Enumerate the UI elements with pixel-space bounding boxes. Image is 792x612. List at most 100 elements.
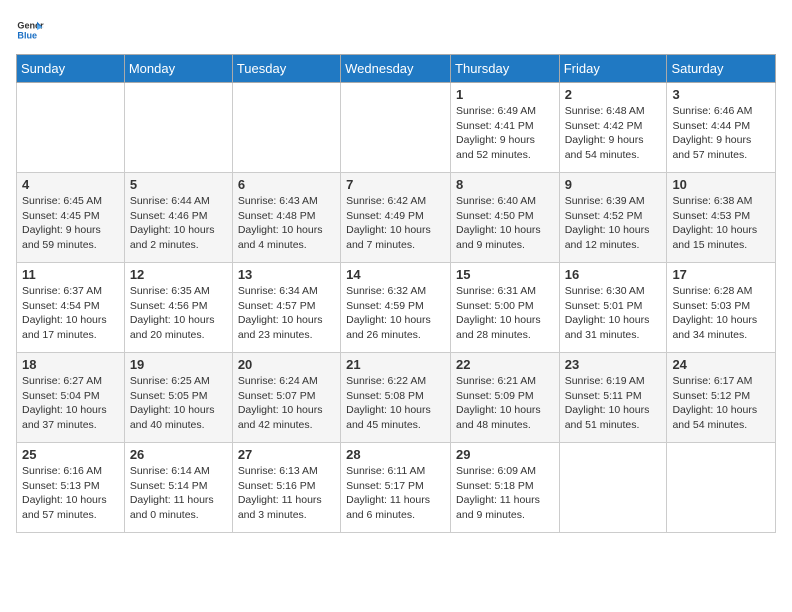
header-sunday: Sunday xyxy=(17,55,125,83)
day-info: Sunrise: 6:39 AM Sunset: 4:52 PM Dayligh… xyxy=(565,194,662,253)
header-monday: Monday xyxy=(124,55,232,83)
logo: General Blue xyxy=(16,16,48,44)
day-number: 1 xyxy=(456,87,554,102)
day-cell: 9 Sunrise: 6:39 AM Sunset: 4:52 PM Daylig… xyxy=(559,173,667,263)
day-cell xyxy=(232,83,340,173)
day-number: 24 xyxy=(672,357,770,372)
day-cell: 14 Sunrise: 6:32 AM Sunset: 4:59 PM Dayli… xyxy=(341,263,451,353)
day-cell: 11 Sunrise: 6:37 AM Sunset: 4:54 PM Dayli… xyxy=(17,263,125,353)
day-info: Sunrise: 6:43 AM Sunset: 4:48 PM Dayligh… xyxy=(238,194,335,253)
day-number: 11 xyxy=(22,267,119,282)
day-number: 22 xyxy=(456,357,554,372)
day-cell: 6 Sunrise: 6:43 AM Sunset: 4:48 PM Daylig… xyxy=(232,173,340,263)
week-row-4: 18Sunrise: 6:27 AM Sunset: 5:04 PM Dayli… xyxy=(17,353,776,443)
calendar-header-row: SundayMondayTuesdayWednesdayThursdayFrid… xyxy=(17,55,776,83)
day-cell: 23 Sunrise: 6:19 AM Sunset: 5:11 PM Dayli… xyxy=(559,353,667,443)
header-thursday: Thursday xyxy=(451,55,560,83)
day-number: 12 xyxy=(130,267,227,282)
day-cell: 10 Sunrise: 6:38 AM Sunset: 4:53 PM Dayli… xyxy=(667,173,776,263)
day-number: 16 xyxy=(565,267,662,282)
day-number: 21 xyxy=(346,357,445,372)
day-number: 9 xyxy=(565,177,662,192)
day-cell: 26 Sunrise: 6:14 AM Sunset: 5:14 PM Dayli… xyxy=(124,443,232,533)
day-number: 7 xyxy=(346,177,445,192)
day-number: 4 xyxy=(22,177,119,192)
week-row-1: 1Sunrise: 6:49 AM Sunset: 4:41 PM Daylig… xyxy=(17,83,776,173)
day-number: 25 xyxy=(22,447,119,462)
day-number: 23 xyxy=(565,357,662,372)
day-cell: 25Sunrise: 6:16 AM Sunset: 5:13 PM Dayli… xyxy=(17,443,125,533)
day-number: 6 xyxy=(238,177,335,192)
day-info: Sunrise: 6:34 AM Sunset: 4:57 PM Dayligh… xyxy=(238,284,335,343)
day-info: Sunrise: 6:45 AM Sunset: 4:45 PM Dayligh… xyxy=(22,194,119,253)
day-info: Sunrise: 6:40 AM Sunset: 4:50 PM Dayligh… xyxy=(456,194,554,253)
day-cell xyxy=(667,443,776,533)
day-cell xyxy=(124,83,232,173)
day-info: Sunrise: 6:14 AM Sunset: 5:14 PM Dayligh… xyxy=(130,464,227,523)
day-number: 20 xyxy=(238,357,335,372)
calendar-table: SundayMondayTuesdayWednesdayThursdayFrid… xyxy=(16,54,776,533)
day-cell: 18Sunrise: 6:27 AM Sunset: 5:04 PM Dayli… xyxy=(17,353,125,443)
week-row-5: 25Sunrise: 6:16 AM Sunset: 5:13 PM Dayli… xyxy=(17,443,776,533)
day-info: Sunrise: 6:21 AM Sunset: 5:09 PM Dayligh… xyxy=(456,374,554,433)
day-number: 2 xyxy=(565,87,662,102)
day-number: 26 xyxy=(130,447,227,462)
header-saturday: Saturday xyxy=(667,55,776,83)
day-info: Sunrise: 6:17 AM Sunset: 5:12 PM Dayligh… xyxy=(672,374,770,433)
day-info: Sunrise: 6:11 AM Sunset: 5:17 PM Dayligh… xyxy=(346,464,445,523)
day-number: 19 xyxy=(130,357,227,372)
page-header: General Blue xyxy=(16,16,776,44)
day-info: Sunrise: 6:31 AM Sunset: 5:00 PM Dayligh… xyxy=(456,284,554,343)
day-number: 27 xyxy=(238,447,335,462)
day-number: 29 xyxy=(456,447,554,462)
header-tuesday: Tuesday xyxy=(232,55,340,83)
day-cell: 19Sunrise: 6:25 AM Sunset: 5:05 PM Dayli… xyxy=(124,353,232,443)
day-info: Sunrise: 6:37 AM Sunset: 4:54 PM Dayligh… xyxy=(22,284,119,343)
day-info: Sunrise: 6:22 AM Sunset: 5:08 PM Dayligh… xyxy=(346,374,445,433)
day-number: 17 xyxy=(672,267,770,282)
day-info: Sunrise: 6:42 AM Sunset: 4:49 PM Dayligh… xyxy=(346,194,445,253)
day-info: Sunrise: 6:44 AM Sunset: 4:46 PM Dayligh… xyxy=(130,194,227,253)
day-cell: 21 Sunrise: 6:22 AM Sunset: 5:08 PM Dayli… xyxy=(341,353,451,443)
header-wednesday: Wednesday xyxy=(341,55,451,83)
day-number: 14 xyxy=(346,267,445,282)
day-cell: 28 Sunrise: 6:11 AM Sunset: 5:17 PM Dayli… xyxy=(341,443,451,533)
day-number: 28 xyxy=(346,447,445,462)
day-number: 10 xyxy=(672,177,770,192)
day-info: Sunrise: 6:32 AM Sunset: 4:59 PM Dayligh… xyxy=(346,284,445,343)
day-number: 8 xyxy=(456,177,554,192)
logo-icon: General Blue xyxy=(16,16,44,44)
day-info: Sunrise: 6:48 AM Sunset: 4:42 PM Dayligh… xyxy=(565,104,662,163)
day-cell: 20 Sunrise: 6:24 AM Sunset: 5:07 PM Dayli… xyxy=(232,353,340,443)
day-cell xyxy=(17,83,125,173)
day-cell xyxy=(341,83,451,173)
day-info: Sunrise: 6:28 AM Sunset: 5:03 PM Dayligh… xyxy=(672,284,770,343)
day-cell xyxy=(559,443,667,533)
svg-text:Blue: Blue xyxy=(17,30,37,40)
header-friday: Friday xyxy=(559,55,667,83)
day-info: Sunrise: 6:35 AM Sunset: 4:56 PM Dayligh… xyxy=(130,284,227,343)
day-cell: 3 Sunrise: 6:46 AM Sunset: 4:44 PM Daylig… xyxy=(667,83,776,173)
day-cell: 22 Sunrise: 6:21 AM Sunset: 5:09 PM Dayli… xyxy=(451,353,560,443)
day-cell: 8 Sunrise: 6:40 AM Sunset: 4:50 PM Daylig… xyxy=(451,173,560,263)
day-info: Sunrise: 6:30 AM Sunset: 5:01 PM Dayligh… xyxy=(565,284,662,343)
day-cell: 12 Sunrise: 6:35 AM Sunset: 4:56 PM Dayli… xyxy=(124,263,232,353)
day-info: Sunrise: 6:27 AM Sunset: 5:04 PM Dayligh… xyxy=(22,374,119,433)
day-cell: 24 Sunrise: 6:17 AM Sunset: 5:12 PM Dayli… xyxy=(667,353,776,443)
day-info: Sunrise: 6:09 AM Sunset: 5:18 PM Dayligh… xyxy=(456,464,554,523)
day-info: Sunrise: 6:46 AM Sunset: 4:44 PM Dayligh… xyxy=(672,104,770,163)
day-cell: 27 Sunrise: 6:13 AM Sunset: 5:16 PM Dayli… xyxy=(232,443,340,533)
day-cell: 15Sunrise: 6:31 AM Sunset: 5:00 PM Dayli… xyxy=(451,263,560,353)
day-number: 13 xyxy=(238,267,335,282)
week-row-2: 4 Sunrise: 6:45 AM Sunset: 4:45 PM Daylig… xyxy=(17,173,776,263)
week-row-3: 11 Sunrise: 6:37 AM Sunset: 4:54 PM Dayli… xyxy=(17,263,776,353)
day-cell: 29 Sunrise: 6:09 AM Sunset: 5:18 PM Dayli… xyxy=(451,443,560,533)
day-info: Sunrise: 6:13 AM Sunset: 5:16 PM Dayligh… xyxy=(238,464,335,523)
day-number: 3 xyxy=(672,87,770,102)
day-number: 5 xyxy=(130,177,227,192)
day-cell: 5 Sunrise: 6:44 AM Sunset: 4:46 PM Daylig… xyxy=(124,173,232,263)
day-info: Sunrise: 6:38 AM Sunset: 4:53 PM Dayligh… xyxy=(672,194,770,253)
day-info: Sunrise: 6:19 AM Sunset: 5:11 PM Dayligh… xyxy=(565,374,662,433)
day-info: Sunrise: 6:24 AM Sunset: 5:07 PM Dayligh… xyxy=(238,374,335,433)
day-cell: 16 Sunrise: 6:30 AM Sunset: 5:01 PM Dayli… xyxy=(559,263,667,353)
